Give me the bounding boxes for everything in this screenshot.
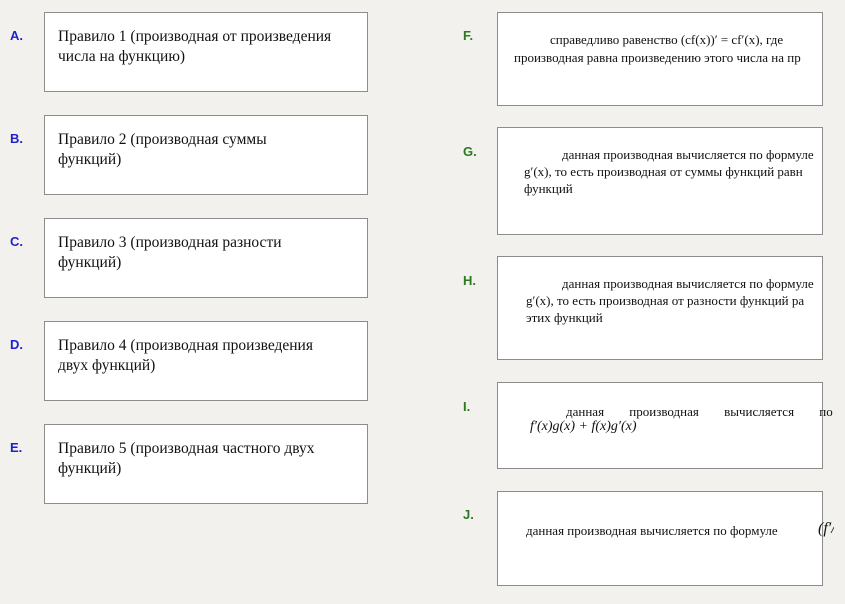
definition-card-i[interactable]: данная производная вычисляется по f′(x)g… (497, 382, 833, 469)
rule-text-line: Правило 2 (производная суммы (58, 131, 267, 148)
option-letter-b: B. (10, 131, 23, 146)
rule-text-e: Правило 5 (производная частного двух фун… (58, 439, 358, 479)
rule-text-a: Правило 1 (производная от произведения ч… (58, 27, 358, 67)
rule-text-line: числа на функцию) (58, 48, 186, 65)
formula-text: f′(x)g(x) + f(x)g′(x) (530, 419, 637, 434)
rule-card-b[interactable]: Правило 2 (производная суммы функций) (44, 115, 368, 195)
option-letter-a: A. (10, 28, 23, 43)
rule-card-e[interactable]: Правило 5 (производная частного двух фун… (44, 424, 368, 504)
definition-card-f[interactable]: справедливо равенство (cf(x))′ = cf′(x),… (497, 12, 823, 106)
option-letter-f: F. (463, 28, 474, 43)
option-letter-g: G. (463, 144, 477, 159)
formula-fraction: (f′/g′) (818, 520, 834, 537)
rule-text-c: Правило 3 (производная разности функций) (58, 233, 358, 273)
definition-card-h[interactable]: данная производная вычисляется по формул… (497, 256, 823, 360)
option-letter-j: J. (463, 507, 474, 522)
definition-text-line: функций (524, 181, 573, 196)
definition-text-line: данная производная вычисляется по формул… (562, 147, 814, 162)
definition-text-line: данная производная вычисляется по формул… (526, 523, 778, 538)
rule-text-line: функций) (58, 254, 122, 271)
definition-card-j[interactable]: данная производная вычисляется по формул… (497, 491, 834, 586)
rule-text-b: Правило 2 (производная суммы функций) (58, 130, 358, 170)
option-letter-c: C. (10, 234, 23, 249)
definition-text-line: этих функций (526, 310, 603, 325)
rule-text-line: Правило 3 (производная разности (58, 234, 282, 251)
definition-text-line: производная равна произведению этого чис… (514, 50, 801, 65)
rule-card-a[interactable]: Правило 1 (производная от произведения ч… (44, 12, 368, 92)
rule-text-line: Правило 1 (производная от произведения (58, 28, 332, 45)
definition-text-line: данная производная вычисляется по формул… (562, 276, 814, 291)
rule-text-line: функций) (58, 151, 122, 168)
rule-text-line: двух функций) (58, 357, 156, 374)
rule-card-c[interactable]: Правило 3 (производная разности функций) (44, 218, 368, 298)
option-letter-d: D. (10, 337, 23, 352)
rule-text-line: функций) (58, 460, 122, 477)
option-letter-e: E. (10, 440, 23, 455)
option-letter-h: H. (463, 273, 476, 288)
rule-card-d[interactable]: Правило 4 (производная произведения двух… (44, 321, 368, 401)
rule-text-line: Правило 4 (производная произведения (58, 337, 313, 354)
definition-text-line: g′(x), то есть производная от разности ф… (526, 293, 805, 308)
definition-card-g[interactable]: данная производная вычисляется по формул… (497, 127, 823, 235)
option-letter-i: I. (463, 399, 471, 414)
definition-text-line: справедливо равенство (cf(x))′ = cf′(x),… (550, 32, 784, 47)
definition-text-line: g′(x), то есть производная от суммы функ… (524, 164, 803, 179)
rule-text-d: Правило 4 (производная произведения двух… (58, 336, 358, 376)
rule-text-line: Правило 5 (производная частного двух (58, 440, 315, 457)
